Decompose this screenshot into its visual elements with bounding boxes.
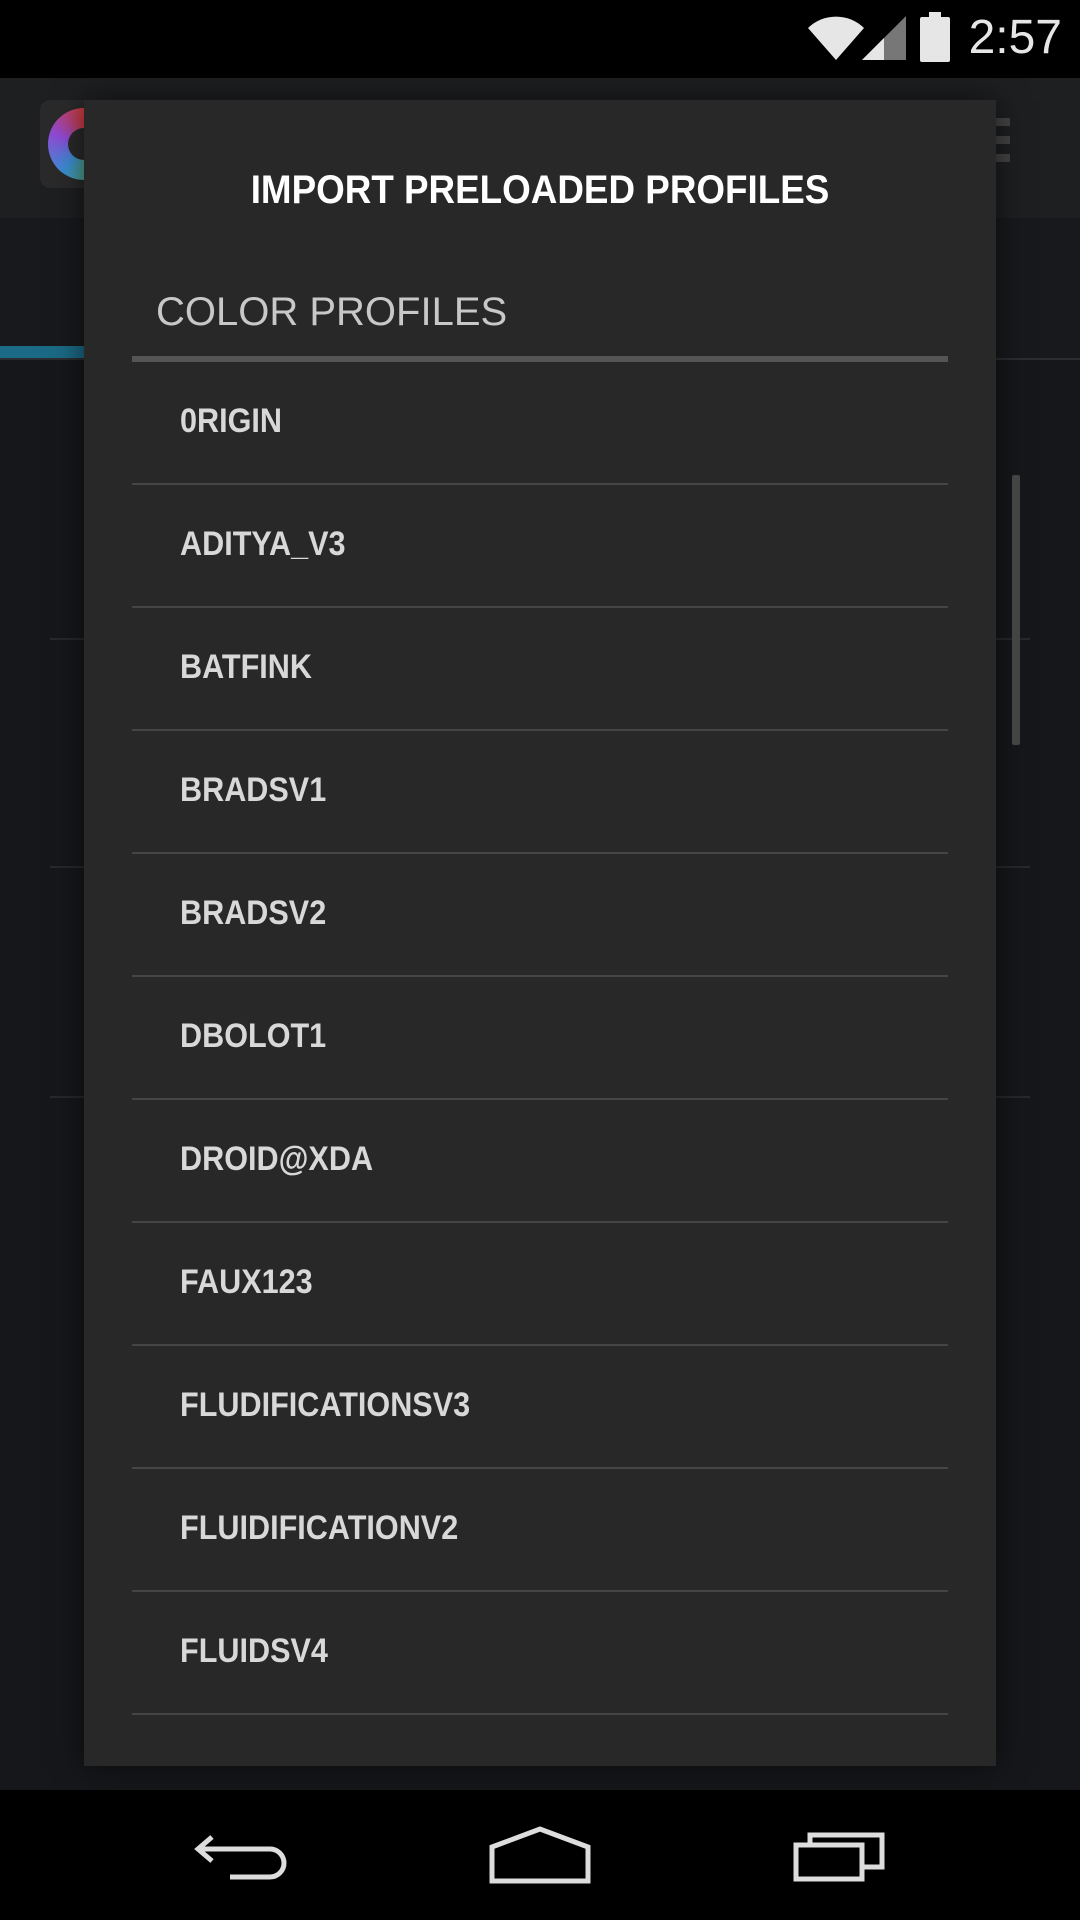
clock: 2:57 <box>968 11 1062 64</box>
home-icon <box>489 1826 591 1884</box>
list-item-label: BRADSV1 <box>180 771 327 809</box>
list-item-label: BATFINK <box>180 648 313 686</box>
list-item[interactable]: DROID@XDA <box>132 1100 948 1223</box>
profile-list[interactable]: 0RIGIN ADITYA_V3 BATFINK BRADSV1 BRADSV2… <box>132 362 948 1732</box>
list-item-label: 0RIGIN <box>180 402 283 440</box>
list-item-label: BRADSV2 <box>180 894 327 932</box>
list-item[interactable]: FAUX123 <box>132 1223 948 1346</box>
home-button[interactable] <box>470 1810 610 1900</box>
list-item[interactable]: BRADSV2 <box>132 854 948 977</box>
wifi-icon <box>808 16 864 61</box>
list-scrollbar[interactable] <box>1012 475 1020 745</box>
list-item[interactable]: DBOLOT1 <box>132 977 948 1100</box>
recents-button[interactable] <box>770 1810 910 1900</box>
list-item[interactable]: FLUDIFICATIONSV3 <box>132 1346 948 1469</box>
list-item[interactable]: FLUIDIFICATIONV2 <box>132 1469 948 1592</box>
list-item[interactable]: BRADSV1 <box>132 731 948 854</box>
section-header: COLOR PROFILES <box>156 290 508 334</box>
import-profiles-dialog: IMPORT PRELOADED PROFILES COLOR PROFILES… <box>84 100 1020 1766</box>
dialog-title: IMPORT PRELOADED PROFILES <box>250 168 830 212</box>
list-item-label: FLUIDSV4 <box>180 1632 328 1670</box>
recents-icon <box>793 1832 885 1882</box>
back-button[interactable] <box>170 1810 310 1900</box>
list-item-label: ADITYA_V3 <box>180 525 346 563</box>
list-item[interactable]: ADITYA_V3 <box>132 485 948 608</box>
signal-icon <box>862 16 906 60</box>
list-item-label: FLUIDIFICATIONV2 <box>180 1509 459 1547</box>
back-icon <box>194 1835 287 1880</box>
navigation-bar <box>0 1790 1080 1920</box>
battery-icon <box>920 12 950 62</box>
list-item-label: FLUDIFICATIONSV3 <box>180 1386 471 1424</box>
list-item[interactable]: FLUIDSV4 <box>132 1592 948 1715</box>
list-item[interactable]: 0RIGIN <box>132 362 948 485</box>
list-item[interactable]: BATFINK <box>132 608 948 731</box>
list-item-label: DBOLOT1 <box>180 1017 327 1055</box>
list-item-label: DROID@XDA <box>180 1140 374 1178</box>
status-bar: 2:57 <box>0 0 1080 78</box>
list-item-label: FAUX123 <box>180 1263 313 1301</box>
